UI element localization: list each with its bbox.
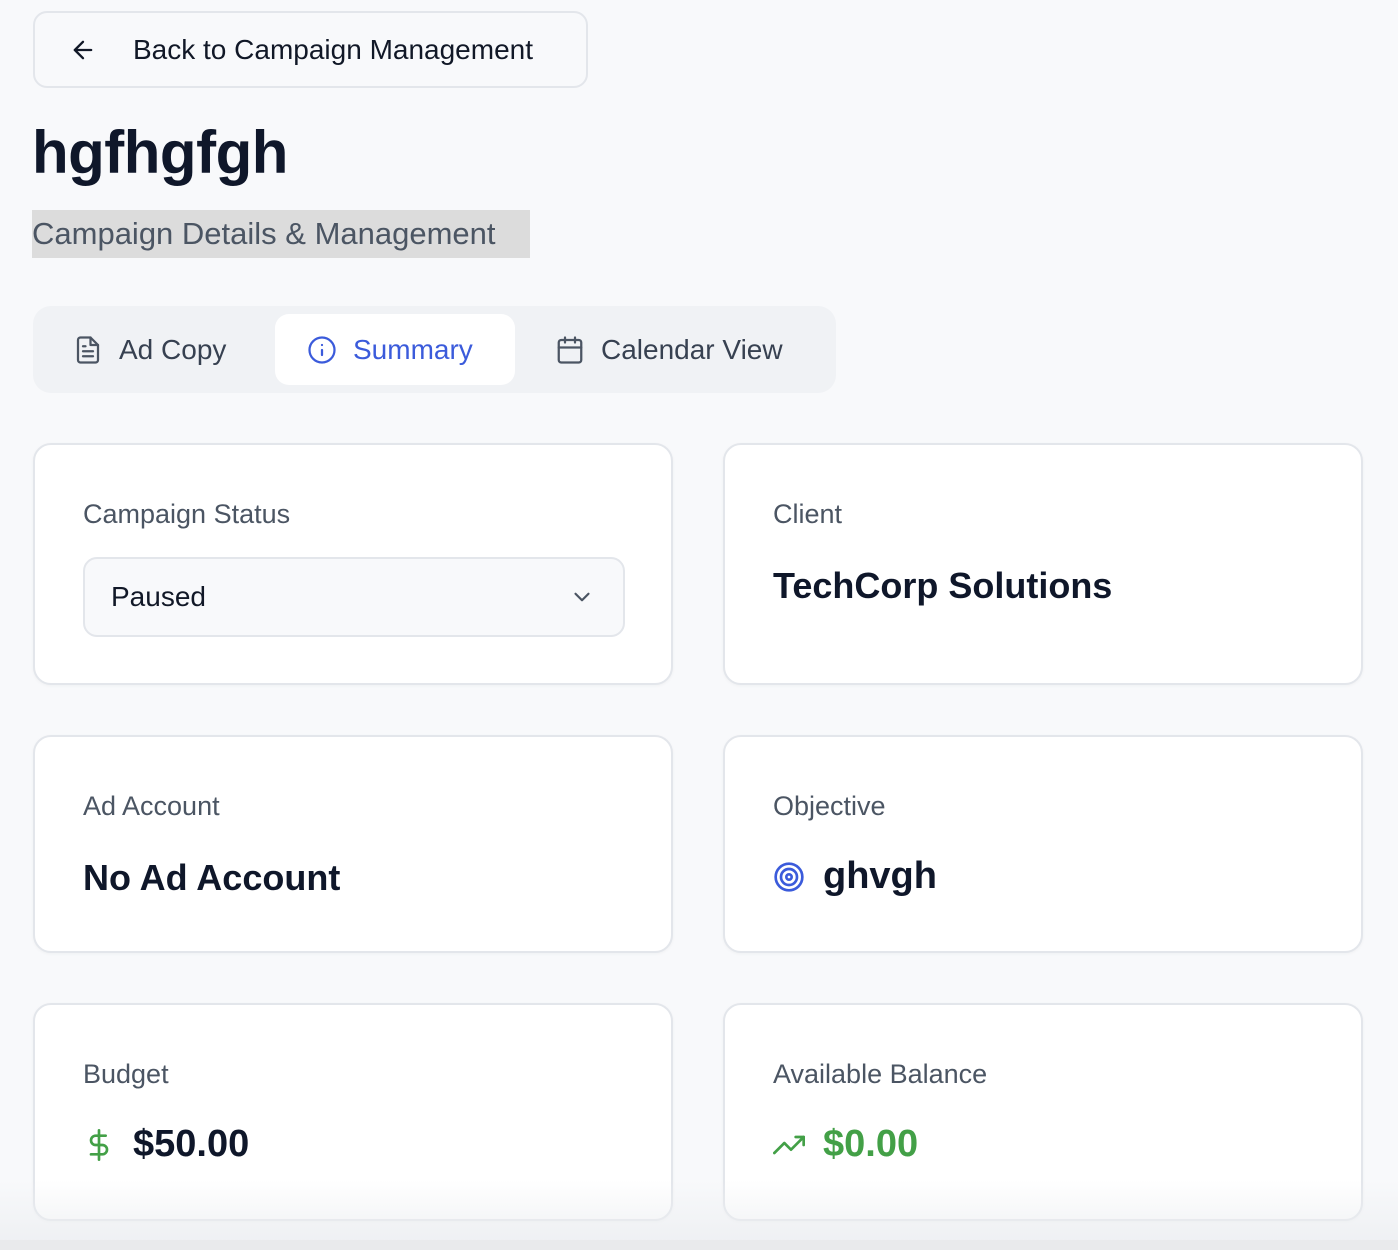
target-icon [774,861,804,892]
back-button-label: Back to Campaign Management [133,33,533,65]
tab-bar: Ad Copy Summary Calendar View [33,306,836,393]
client-label: Client [773,499,843,529]
info-icon [308,335,336,364]
available-balance-card: Available Balance $0.00 [723,1003,1363,1221]
client-card: Client TechCorp Solutions [723,443,1363,685]
ad-account-label: Ad Account [83,791,220,821]
page-subtitle: Campaign Details & Management [32,210,530,258]
tab-calendar-view-label: Calendar View [601,333,783,365]
budget-value-row: $50.00 [83,1123,249,1166]
tab-summary-label: Summary [353,333,473,365]
bottom-scroll-edge [0,1240,1398,1250]
objective-label: Objective [773,791,886,821]
objective-card: Objective ghvgh [723,735,1363,953]
campaign-status-card: Campaign Status Paused [33,443,673,685]
available-balance-label: Available Balance [773,1059,988,1089]
tab-ad-copy[interactable]: Ad Copy [73,314,226,385]
ad-account-value: No Ad Account [83,857,341,898]
back-to-campaign-management-button[interactable]: Back to Campaign Management [33,11,588,88]
available-balance-value: $0.00 [823,1123,919,1165]
budget-value: $50.00 [133,1123,250,1165]
chevron-down-icon [574,592,590,602]
tab-calendar-view[interactable]: Calendar View [555,314,783,385]
campaign-status-label: Campaign Status [83,499,291,529]
trending-up-icon [773,1135,805,1154]
ad-account-card: Ad Account No Ad Account [33,735,673,953]
budget-card: Budget $50.00 [33,1003,673,1221]
objective-value: ghvgh [823,855,937,897]
objective-value-row: ghvgh [773,855,937,898]
dollar-icon [89,1128,109,1161]
arrow-left-icon [73,40,93,59]
tab-ad-copy-label: Ad Copy [119,333,227,365]
client-value: TechCorp Solutions [773,565,1113,606]
campaign-status-select[interactable]: Paused [83,557,625,637]
page-title: hgfhgfgh [32,119,288,186]
budget-label: Budget [83,1059,169,1089]
campaign-status-value: Paused [111,581,206,612]
available-balance-value-row: $0.00 [773,1123,918,1166]
file-text-icon [76,335,100,364]
calendar-icon [557,335,583,364]
tab-summary[interactable]: Summary [275,314,515,385]
